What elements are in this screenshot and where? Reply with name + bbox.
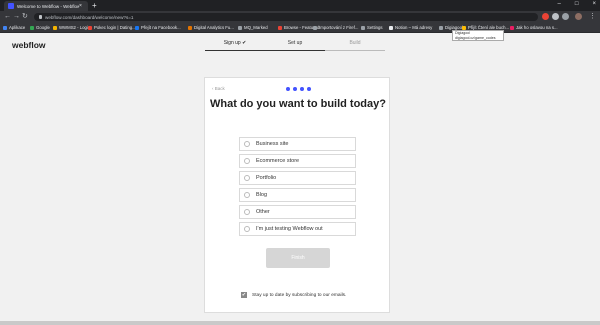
bookmark-label: Aplikace	[9, 25, 26, 30]
browser-tab[interactable]: Welcome to Webflow - Webflow ×	[4, 1, 88, 11]
bookmark-item[interactable]: WWMS2 - Login	[53, 24, 90, 31]
bookmark-favicon-icon	[3, 25, 7, 30]
option-label: Portfolio	[256, 175, 277, 181]
subscribe-label: Stay up to date by subscribing to our em…	[252, 292, 347, 298]
back-arrow-icon[interactable]: ←	[4, 12, 11, 22]
progress-dot	[300, 87, 304, 91]
omnibox[interactable]: webflow.com/dashboard/welcome/new?s=1	[34, 13, 538, 21]
bookmark-label: Settings	[367, 25, 383, 30]
tab-close-icon[interactable]: ×	[79, 3, 82, 9]
lock-icon	[39, 15, 42, 19]
back-link[interactable]: ‹ Back	[212, 86, 225, 91]
card-heading: What do you want to build today?	[210, 98, 386, 110]
option-label: Ecommerce store	[256, 158, 300, 164]
bookmark-item[interactable]: Jak ho oslavou na s...	[510, 24, 558, 31]
bookmark-item[interactable]: MQ_Marked	[238, 24, 268, 31]
onboarding-card: ‹ Back What do you want to build today? …	[204, 77, 390, 313]
bookmark-favicon-icon	[462, 25, 466, 30]
option-label: I'm just testing Webflow out	[256, 226, 323, 232]
bookmark-label: Google	[36, 25, 50, 30]
bookmark-item[interactable]: Přejít na Facebook...	[135, 24, 181, 31]
bookmark-favicon-icon	[313, 25, 317, 30]
option-label: Business site	[256, 141, 289, 147]
minimize-icon[interactable]: –	[558, 1, 561, 7]
webflow-favicon-icon	[8, 3, 14, 9]
radio-icon[interactable]	[244, 175, 250, 181]
progress-dot	[293, 87, 297, 91]
extension-icon[interactable]	[562, 13, 569, 20]
bookmark-tooltip: Digiagool digiagool.cz/game_codes	[452, 30, 504, 41]
step-set-up: Set up	[265, 36, 325, 51]
bookmark-favicon-icon	[510, 25, 514, 30]
option-label: Blog	[256, 192, 268, 198]
bookmarks-bar: Aplikace Google WWMS2 - Login Pokec login |…	[0, 23, 600, 33]
bookmark-label: Digital Analytics Fu...	[194, 25, 234, 30]
horizontal-scrollbar[interactable]	[0, 321, 600, 325]
bookmark-favicon-icon	[135, 25, 139, 30]
option-business-site[interactable]: Business site	[239, 137, 356, 151]
bookmark-label: Přejít na Facebook...	[141, 25, 181, 30]
step-sign-up: Sign up ✔	[205, 36, 265, 51]
webflow-logo[interactable]: webflow	[12, 40, 46, 50]
progress-dots	[286, 87, 311, 91]
options-list: Business site Ecommerce store Portfolio …	[239, 137, 356, 239]
option-just-testing[interactable]: I'm just testing Webflow out	[239, 222, 356, 236]
step-build: Build	[325, 36, 385, 51]
bookmark-item[interactable]: Importování z Firef...	[313, 24, 358, 31]
tooltip-url: digiagool.cz/game_codes	[455, 36, 496, 40]
subscribe-row: ✔ Stay up to date by subscribing to our …	[241, 292, 346, 298]
progress-dot	[286, 87, 290, 91]
address-bar-row: ← → ↻ webflow.com/dashboard/welcome/new?…	[0, 11, 600, 23]
bookmark-label: Notion – Má adresy	[395, 25, 433, 30]
bookmark-label: Importování z Firef...	[319, 25, 359, 30]
window-controls: – □ ×	[558, 1, 596, 7]
webflow-page: webflow Sign up ✔ Set up Build ‹ Back Wh…	[0, 33, 600, 325]
radio-icon[interactable]	[244, 192, 250, 198]
bookmark-item[interactable]: Digital Analytics Fu...	[188, 24, 234, 31]
url-text[interactable]: webflow.com/dashboard/welcome/new?s=1	[45, 15, 133, 20]
bookmark-favicon-icon	[188, 25, 192, 30]
bookmark-label: MQ_Marked	[244, 25, 268, 30]
option-label: Other	[256, 209, 270, 215]
close-window-icon[interactable]: ×	[592, 1, 596, 7]
tab-title: Welcome to Webflow - Webflow	[17, 3, 79, 9]
bookmark-favicon-icon	[88, 25, 92, 30]
radio-icon[interactable]	[244, 209, 250, 215]
finish-button[interactable]: Finish	[266, 248, 330, 268]
bookmark-label: Pokec login | Dating...	[94, 25, 136, 30]
bookmark-favicon-icon	[439, 25, 443, 30]
bookmark-favicon-icon	[238, 25, 242, 30]
radio-icon[interactable]	[244, 141, 250, 147]
bookmark-favicon-icon	[361, 25, 365, 30]
progress-dot	[307, 87, 311, 91]
onboarding-steps: Sign up ✔ Set up Build	[205, 36, 385, 51]
radio-icon[interactable]	[244, 226, 250, 232]
new-tab-button[interactable]: +	[92, 1, 97, 10]
bookmark-item[interactable]: Aplikace	[3, 24, 25, 31]
option-blog[interactable]: Blog	[239, 188, 356, 202]
extension-icon[interactable]	[552, 13, 559, 20]
bookmark-item[interactable]: Pokec login | Dating...	[88, 24, 136, 31]
bookmark-favicon-icon	[278, 25, 282, 30]
bookmark-item[interactable]: Notion – Má adresy	[389, 24, 432, 31]
bookmark-item[interactable]: Settings	[361, 24, 383, 31]
subscribe-checkbox[interactable]: ✔	[241, 292, 247, 298]
radio-icon[interactable]	[244, 158, 250, 164]
menu-kebab-icon[interactable]: ⋮	[589, 12, 596, 22]
bookmark-label: WWMS2 - Login	[59, 25, 91, 30]
profile-avatar[interactable]	[575, 13, 582, 20]
bookmark-favicon-icon	[53, 25, 57, 30]
bookmark-item[interactable]: Google	[30, 24, 50, 31]
maximize-icon[interactable]: □	[575, 1, 579, 7]
reload-icon[interactable]: ↻	[22, 12, 28, 22]
bookmark-favicon-icon	[30, 25, 34, 30]
option-ecommerce-store[interactable]: Ecommerce store	[239, 154, 356, 168]
option-other[interactable]: Other	[239, 205, 356, 219]
option-portfolio[interactable]: Portfolio	[239, 171, 356, 185]
extension-icon[interactable]	[542, 13, 549, 20]
forward-arrow-icon[interactable]: →	[13, 12, 20, 22]
bookmark-label: Jak ho oslavou na s...	[516, 25, 558, 30]
bookmark-favicon-icon	[389, 25, 393, 30]
browser-tab-bar: Welcome to Webflow - Webflow × + – □ ×	[0, 0, 600, 11]
